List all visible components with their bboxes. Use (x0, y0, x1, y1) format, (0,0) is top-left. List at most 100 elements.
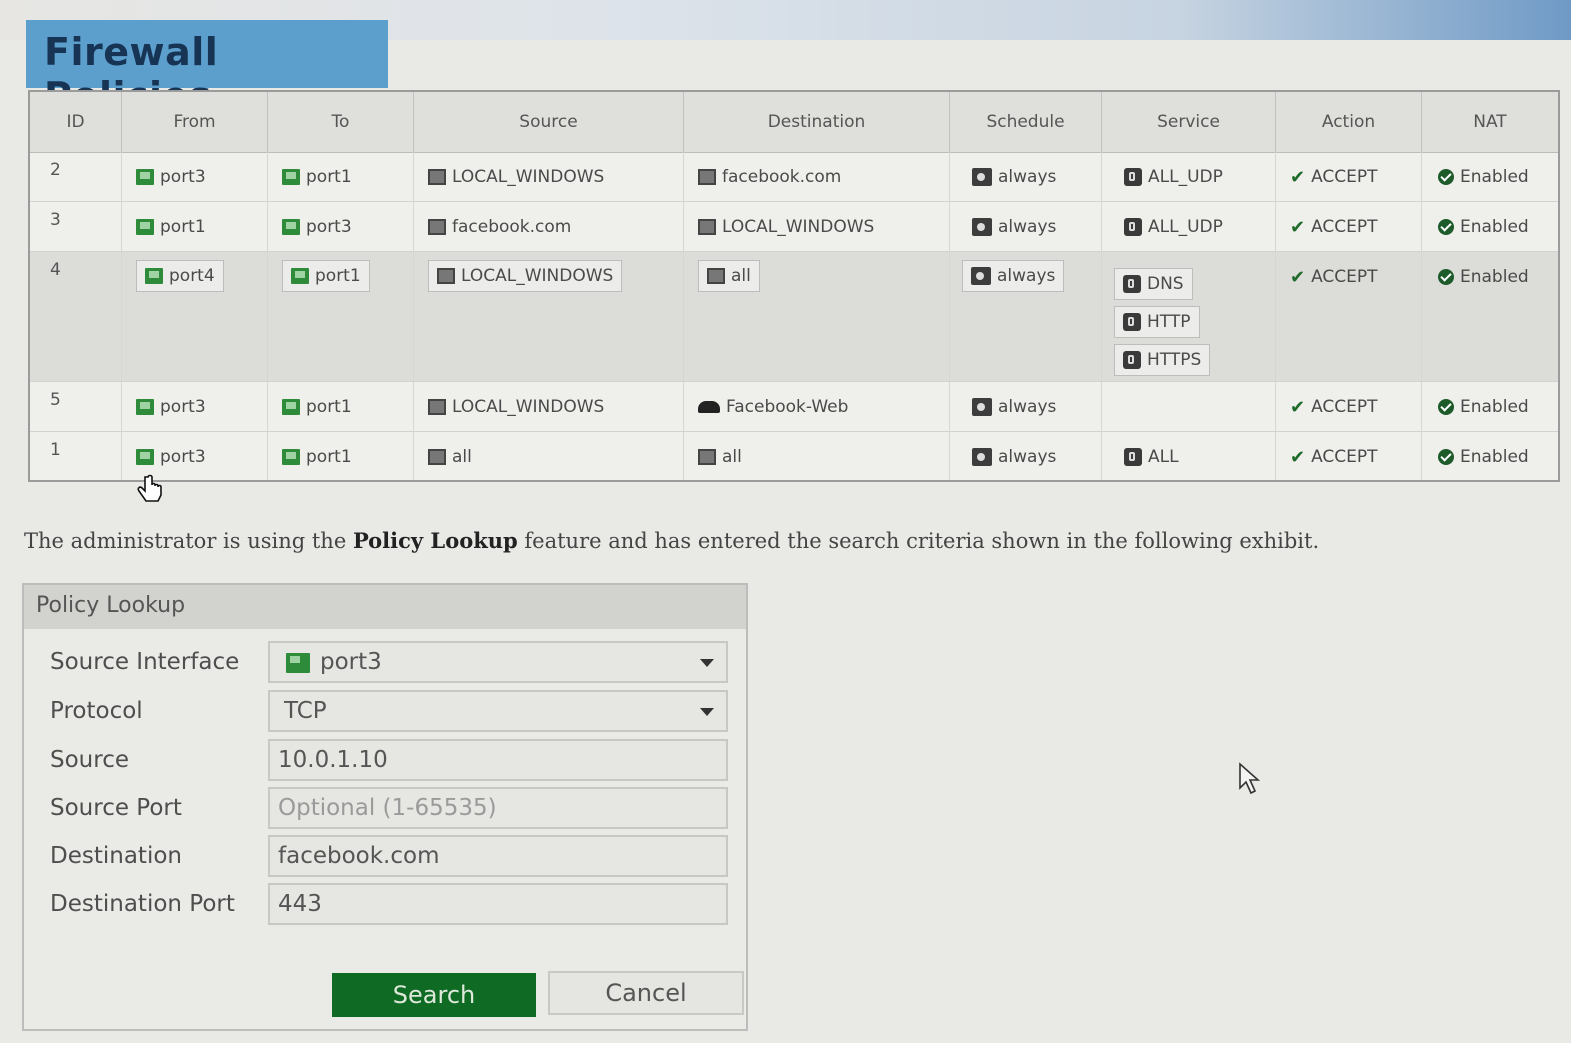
service: HTTP (1114, 306, 1200, 338)
col-header-from[interactable]: From (122, 92, 268, 152)
service: DNS (1114, 268, 1193, 300)
firewall-policy-table: ID From To Source Destination Schedule S… (28, 90, 1560, 482)
enabled-icon (1438, 219, 1454, 235)
address-icon (698, 169, 716, 185)
destination-row: Destination facebook.com (24, 835, 746, 881)
policy-id: 1 (50, 440, 61, 460)
source-interface-select[interactable]: port3 (268, 641, 728, 683)
enabled-icon (1438, 449, 1454, 465)
destination-address: all (698, 260, 760, 292)
schedule: always (962, 260, 1065, 292)
address-icon (428, 219, 446, 235)
source-address: LOCAL_WINDOWS (428, 260, 623, 292)
service-icon (1123, 313, 1141, 331)
col-header-schedule[interactable]: Schedule (950, 92, 1102, 152)
service: ALL_UDP (1124, 164, 1223, 190)
destination-port-label: Destination Port (50, 891, 235, 917)
cloud-icon (698, 401, 720, 413)
address-icon (437, 268, 455, 284)
page-title-box: Firewall Policies (26, 20, 388, 118)
service-icon (1124, 448, 1142, 466)
policy-id: 2 (50, 160, 61, 180)
col-header-nat[interactable]: NAT (1422, 92, 1558, 152)
col-header-to[interactable]: To (268, 92, 414, 152)
schedule-icon (972, 168, 992, 186)
action: ✔ ACCEPT (1290, 166, 1378, 188)
to-interface: port1 (282, 444, 352, 470)
table-row-selected[interactable]: 4 port4 port1 LOCAL_WINDOWS all always D… (30, 252, 1558, 382)
source-row: Source 10.0.1.10 (24, 739, 746, 785)
check-icon: ✔ (1290, 266, 1306, 288)
check-icon: ✔ (1290, 446, 1306, 468)
destination-address: Facebook-Web (698, 394, 848, 420)
service-icon (1124, 168, 1142, 186)
source-input[interactable]: 10.0.1.10 (268, 739, 728, 781)
port-icon (291, 268, 309, 284)
destination-address: LOCAL_WINDOWS (698, 214, 874, 240)
table-row[interactable]: 1 port3 port1 all all always ALL ✔ ACCEPT… (30, 432, 1558, 480)
nat-status: Enabled (1438, 444, 1529, 470)
action: ✔ ACCEPT (1290, 396, 1378, 418)
policy-id: 3 (50, 210, 61, 230)
service: ALL (1124, 444, 1179, 470)
port-icon (136, 399, 154, 415)
address-icon (698, 449, 716, 465)
service: HTTPS (1114, 344, 1211, 376)
check-icon: ✔ (1290, 166, 1306, 188)
schedule-icon (972, 218, 992, 236)
nat-status: Enabled (1438, 214, 1529, 240)
destination-address: all (698, 444, 742, 470)
port-icon (145, 268, 163, 284)
destination-input[interactable]: facebook.com (268, 835, 728, 877)
action: ✔ ACCEPT (1290, 216, 1378, 238)
col-header-destination[interactable]: Destination (684, 92, 950, 152)
schedule: always (972, 394, 1056, 420)
col-header-id[interactable]: ID (30, 92, 122, 152)
col-header-action[interactable]: Action (1276, 92, 1422, 152)
port-icon (136, 169, 154, 185)
source-address: all (428, 444, 472, 470)
to-interface: port1 (282, 394, 352, 420)
schedule: always (972, 444, 1056, 470)
instruction-text: The administrator is using the Policy Lo… (24, 528, 1320, 553)
source-port-input[interactable]: Optional (1-65535) (268, 787, 728, 829)
source-address: LOCAL_WINDOWS (428, 394, 604, 420)
source-interface-label: Source Interface (50, 649, 240, 675)
nat-status: Enabled (1438, 394, 1529, 420)
table-row[interactable]: 5 port3 port1 LOCAL_WINDOWS Facebook-Web… (30, 382, 1558, 432)
protocol-select[interactable]: TCP (268, 690, 728, 732)
destination-port-row: Destination Port 443 (24, 883, 746, 929)
schedule-icon (971, 267, 991, 285)
enabled-icon (1438, 169, 1454, 185)
search-button[interactable]: Search (332, 973, 536, 1017)
table-row[interactable]: 2 port3 port1 LOCAL_WINDOWS facebook.com… (30, 152, 1558, 202)
service-icon (1123, 351, 1141, 369)
action: ✔ ACCEPT (1290, 266, 1378, 288)
policy-id: 5 (50, 390, 61, 410)
arrow-cursor-icon (1239, 762, 1261, 795)
nat-status: Enabled (1438, 264, 1529, 290)
col-header-service[interactable]: Service (1102, 92, 1276, 152)
source-interface-row: Source Interface port3 (24, 641, 746, 687)
nat-status: Enabled (1438, 164, 1529, 190)
source-address: LOCAL_WINDOWS (428, 164, 604, 190)
schedule-icon (972, 448, 992, 466)
protocol-label: Protocol (50, 698, 143, 724)
from-interface: port1 (136, 214, 206, 240)
schedule: always (972, 214, 1056, 240)
source-address: facebook.com (428, 214, 571, 240)
enabled-icon (1438, 269, 1454, 285)
col-header-source[interactable]: Source (414, 92, 684, 152)
check-icon: ✔ (1290, 216, 1306, 238)
address-icon (428, 399, 446, 415)
from-interface: port3 (136, 164, 206, 190)
panel-title: Policy Lookup (36, 593, 186, 618)
port-icon (282, 219, 300, 235)
table-header: ID From To Source Destination Schedule S… (30, 92, 1558, 153)
port-icon (282, 169, 300, 185)
source-port-label: Source Port (50, 795, 182, 821)
policy-lookup-panel: Policy Lookup Source Interface port3 Pro… (22, 583, 748, 1031)
destination-port-input[interactable]: 443 (268, 883, 728, 925)
table-row[interactable]: 3 port1 port3 facebook.com LOCAL_WINDOWS… (30, 202, 1558, 252)
cancel-button[interactable]: Cancel (548, 971, 744, 1015)
